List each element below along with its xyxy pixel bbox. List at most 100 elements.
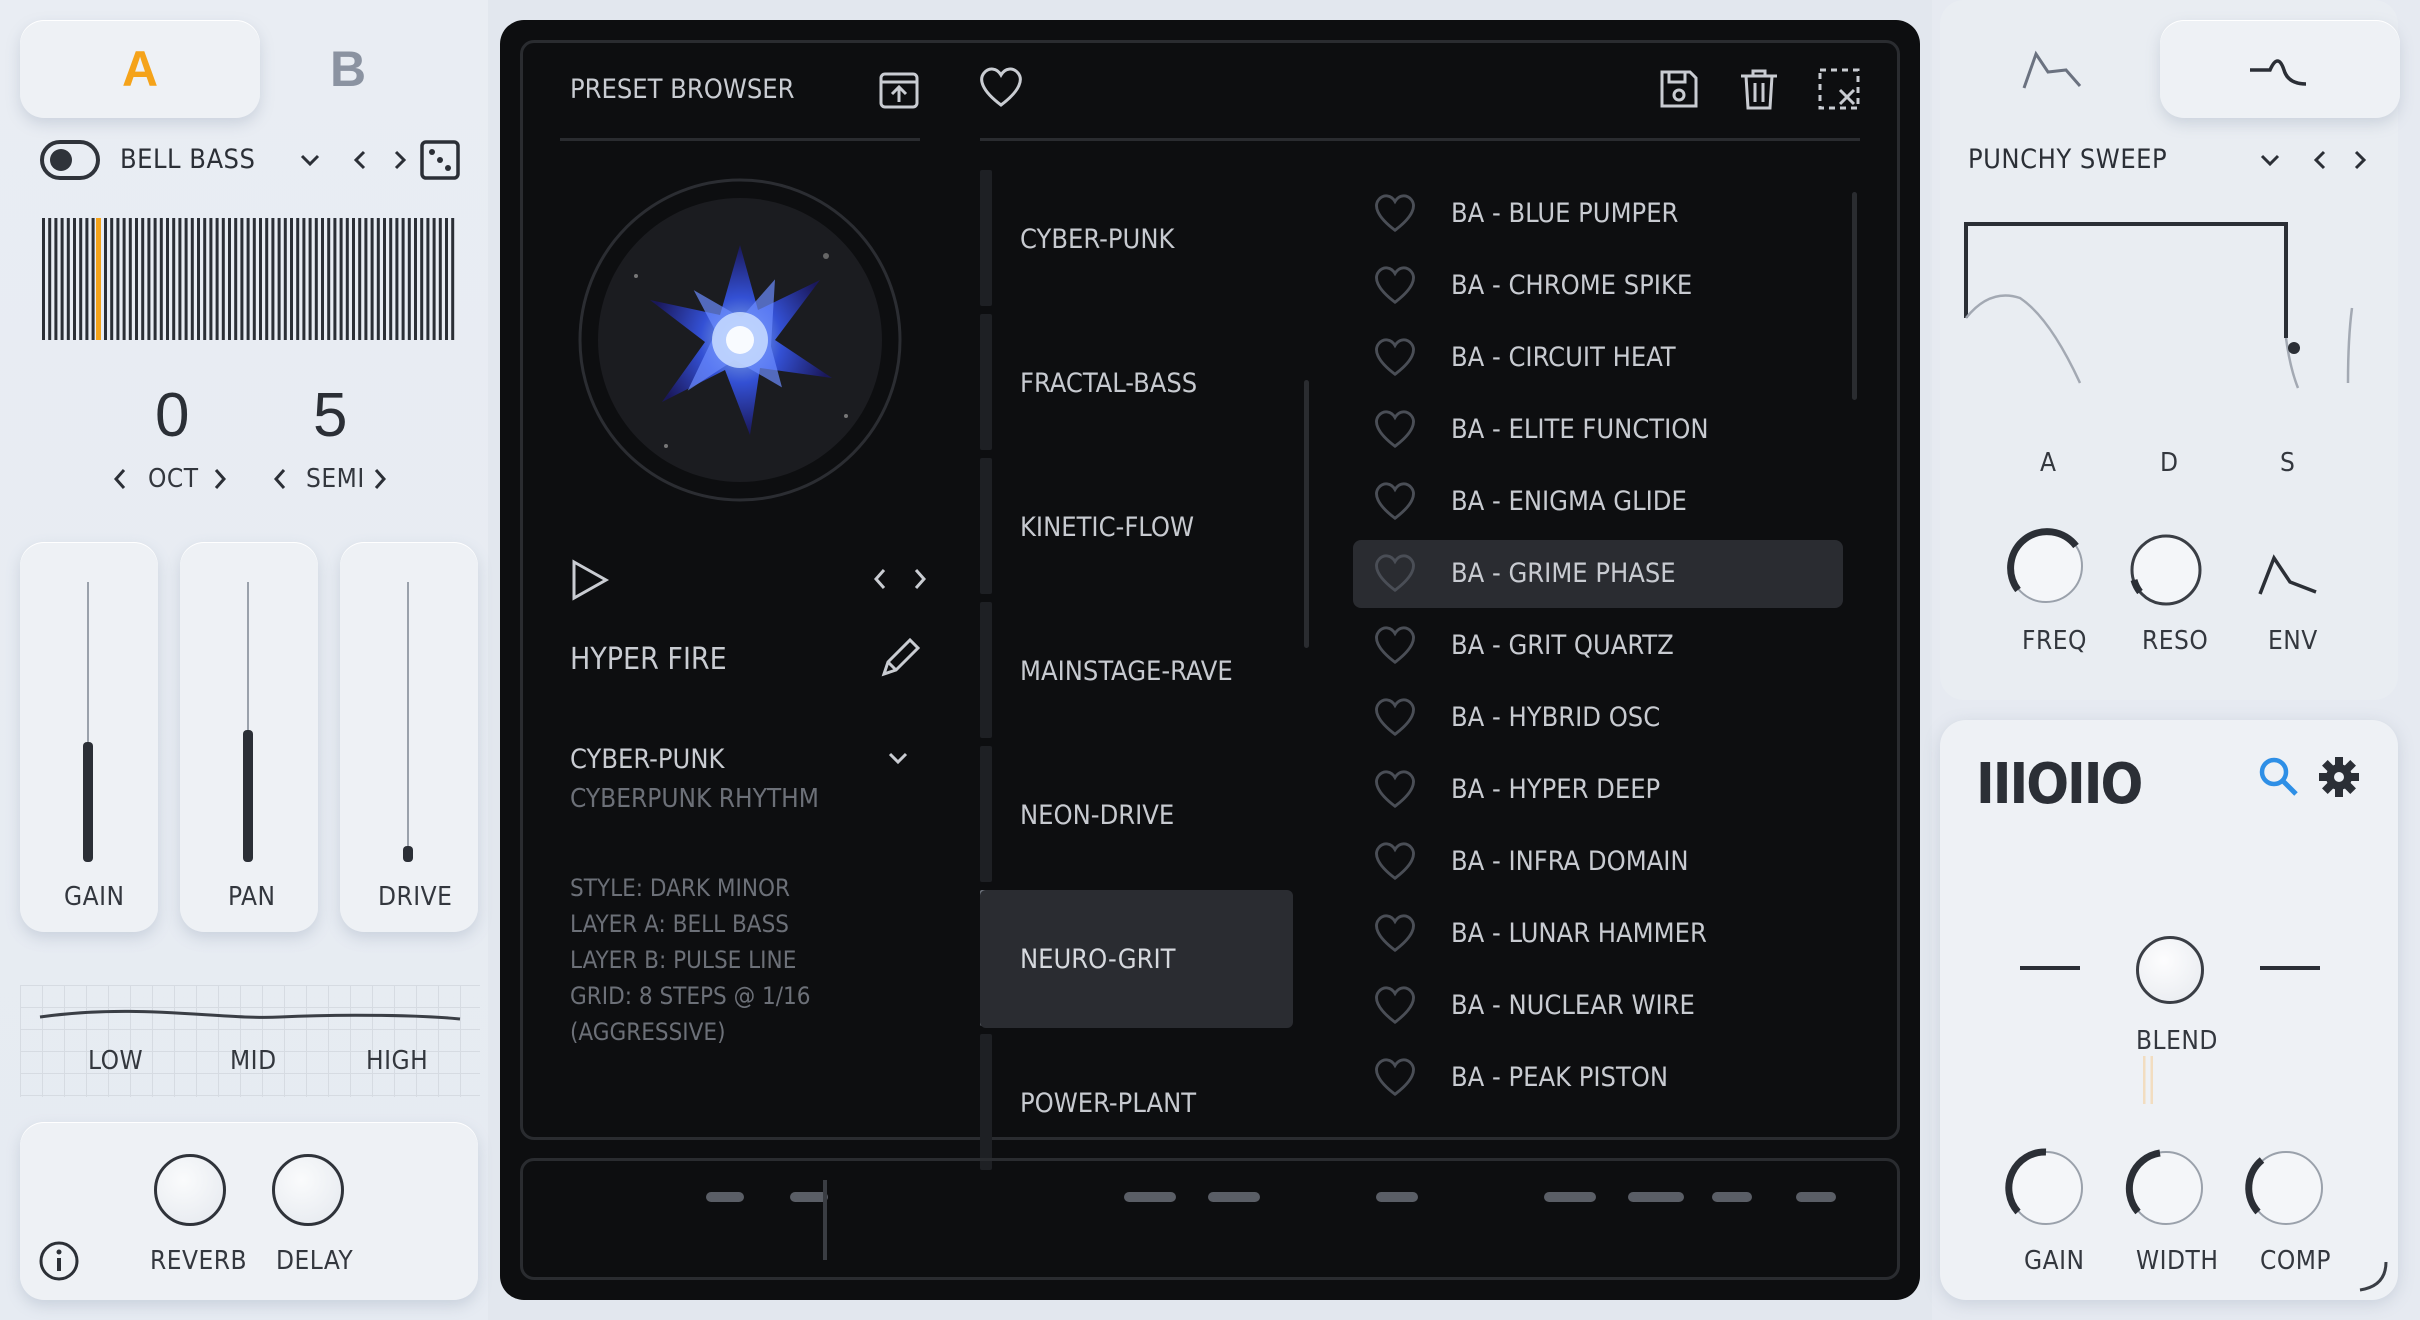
- heart-icon[interactable]: [1365, 1055, 1425, 1099]
- freq-knob[interactable]: [2004, 524, 2088, 608]
- step-9[interactable]: [1796, 1192, 1836, 1202]
- preset-list-item[interactable]: BA - CIRCUIT HEAT: [1355, 324, 1843, 390]
- step-5[interactable]: [1376, 1192, 1418, 1202]
- comp-knob[interactable]: [2244, 1146, 2328, 1230]
- preset-list-item[interactable]: BA - CHROME SPIKE: [1355, 252, 1843, 318]
- step-7[interactable]: [1628, 1192, 1684, 1202]
- preset-list-item[interactable]: BA - ENIGMA GLIDE: [1355, 468, 1843, 534]
- prev-preset-icon[interactable]: [350, 146, 370, 174]
- heart-icon[interactable]: [1365, 983, 1425, 1027]
- octave-label: OCT: [148, 464, 199, 494]
- clear-selection-icon[interactable]: [1816, 66, 1862, 112]
- category-item[interactable]: MAINSTAGE-RAVE: [980, 602, 1293, 740]
- envelope-prev-icon[interactable]: [2310, 146, 2330, 174]
- octave-up-icon[interactable]: [212, 466, 228, 492]
- category-item[interactable]: KINETIC-FLOW: [980, 458, 1293, 596]
- pan-fader-fill[interactable]: [243, 730, 253, 862]
- dice-icon[interactable]: [418, 138, 462, 182]
- semi-down-icon[interactable]: [272, 466, 288, 492]
- category-scrollbar[interactable]: [1304, 380, 1309, 648]
- preset-name: BA - BLUE PUMPER: [1451, 197, 1679, 229]
- envelope-next-icon[interactable]: [2350, 146, 2370, 174]
- layer-enable-toggle[interactable]: [40, 140, 100, 180]
- reverb-knob[interactable]: [154, 1154, 226, 1226]
- step-8[interactable]: [1712, 1192, 1752, 1202]
- category-chevron-icon[interactable]: [886, 748, 910, 770]
- preset-artwork: [576, 176, 904, 504]
- browser-next-icon[interactable]: [910, 564, 930, 594]
- heart-icon[interactable]: [1365, 695, 1425, 739]
- delay-knob[interactable]: [272, 1154, 344, 1226]
- preset-list-item[interactable]: BA - NUCLEAR WIRE: [1355, 972, 1843, 1038]
- play-icon[interactable]: [568, 558, 612, 602]
- preset-list-item[interactable]: BA - HYBRID OSC: [1355, 684, 1843, 750]
- eq-display[interactable]: [20, 985, 480, 1097]
- preset-list-item[interactable]: BA - GRIT QUARTZ: [1355, 612, 1843, 678]
- preset-scrollbar[interactable]: [1852, 192, 1857, 400]
- env-a-label: A: [2040, 448, 2057, 478]
- heart-icon[interactable]: [1365, 263, 1425, 307]
- gear-icon[interactable]: [2316, 754, 2362, 800]
- octave-down-icon[interactable]: [112, 466, 128, 492]
- browser-prev-icon[interactable]: [870, 564, 890, 594]
- waveform-bar: [190, 218, 194, 340]
- pan-fader[interactable]: PAN: [180, 542, 318, 932]
- width-knob[interactable]: [2124, 1146, 2208, 1230]
- blend-knob[interactable]: [2136, 936, 2204, 1004]
- save-icon[interactable]: [1656, 66, 1702, 112]
- step-3[interactable]: [1124, 1192, 1176, 1202]
- heart-icon[interactable]: [1365, 191, 1425, 235]
- heart-icon[interactable]: [1365, 551, 1425, 595]
- chevron-down-icon[interactable]: [296, 146, 324, 174]
- heart-icon[interactable]: [1365, 623, 1425, 667]
- gain-fader[interactable]: GAIN: [20, 542, 158, 932]
- gain-knob-label: GAIN: [2024, 1246, 2085, 1276]
- preset-list-item[interactable]: BA - ELITE FUNCTION: [1355, 396, 1843, 462]
- env-shape-icon[interactable]: [2256, 552, 2320, 598]
- preset-list-item[interactable]: BA - HYPER DEEP: [1355, 756, 1843, 822]
- heart-icon[interactable]: [1365, 767, 1425, 811]
- next-preset-icon[interactable]: [390, 146, 410, 174]
- gain-knob[interactable]: [2004, 1146, 2088, 1230]
- layer-tab-b[interactable]: B: [330, 40, 366, 98]
- upload-icon[interactable]: [876, 66, 922, 112]
- waveform-bar: [370, 218, 374, 340]
- preset-list-item[interactable]: BA - INFRA DOMAIN: [1355, 828, 1843, 894]
- category-item[interactable]: CYBER-PUNK: [980, 170, 1293, 308]
- step-1[interactable]: [706, 1192, 744, 1202]
- layer-tab-a[interactable]: A: [20, 20, 260, 118]
- favorites-heart-icon[interactable]: [976, 64, 1026, 110]
- search-icon[interactable]: [2256, 754, 2302, 800]
- trash-icon[interactable]: [1737, 66, 1781, 112]
- heart-icon[interactable]: [1365, 839, 1425, 883]
- filter-shape-tab[interactable]: [2160, 20, 2400, 118]
- envelope-graph[interactable]: [1960, 218, 2360, 398]
- step-6[interactable]: [1544, 1192, 1596, 1202]
- preset-list-item[interactable]: BA - PEAK PISTON: [1355, 1044, 1843, 1110]
- drive-fader-fill[interactable]: [403, 846, 413, 862]
- category-item[interactable]: NEURO-GRIT: [980, 890, 1293, 1028]
- envelope-chevron-down-icon[interactable]: [2256, 146, 2284, 174]
- heart-icon[interactable]: [1365, 911, 1425, 955]
- heart-icon[interactable]: [1365, 407, 1425, 451]
- preset-name: BA - CIRCUIT HEAT: [1451, 341, 1676, 373]
- category-item[interactable]: NEON-DRIVE: [980, 746, 1293, 884]
- preset-list-item[interactable]: BA - BLUE PUMPER: [1355, 180, 1843, 246]
- drive-fader[interactable]: DRIVE: [340, 542, 478, 932]
- envelope-shape-icon[interactable]: [2022, 48, 2084, 92]
- preset-list-item[interactable]: BA - LUNAR HAMMER: [1355, 900, 1843, 966]
- resize-handle-icon[interactable]: [2356, 1258, 2392, 1294]
- category-item[interactable]: POWER-PLANT: [980, 1034, 1293, 1172]
- step-4[interactable]: [1208, 1192, 1260, 1202]
- preset-list-item[interactable]: BA - GRIME PHASE: [1355, 540, 1843, 606]
- info-icon[interactable]: [38, 1240, 80, 1282]
- gain-fader-fill[interactable]: [83, 742, 93, 862]
- waveform-bar: [302, 218, 306, 340]
- waveform-display[interactable]: [40, 218, 456, 340]
- heart-icon[interactable]: [1365, 479, 1425, 523]
- heart-icon[interactable]: [1365, 335, 1425, 379]
- category-item[interactable]: FRACTAL-BASS: [980, 314, 1293, 452]
- reso-knob[interactable]: [2126, 530, 2206, 610]
- semi-up-icon[interactable]: [372, 466, 388, 492]
- edit-icon[interactable]: [876, 636, 922, 682]
